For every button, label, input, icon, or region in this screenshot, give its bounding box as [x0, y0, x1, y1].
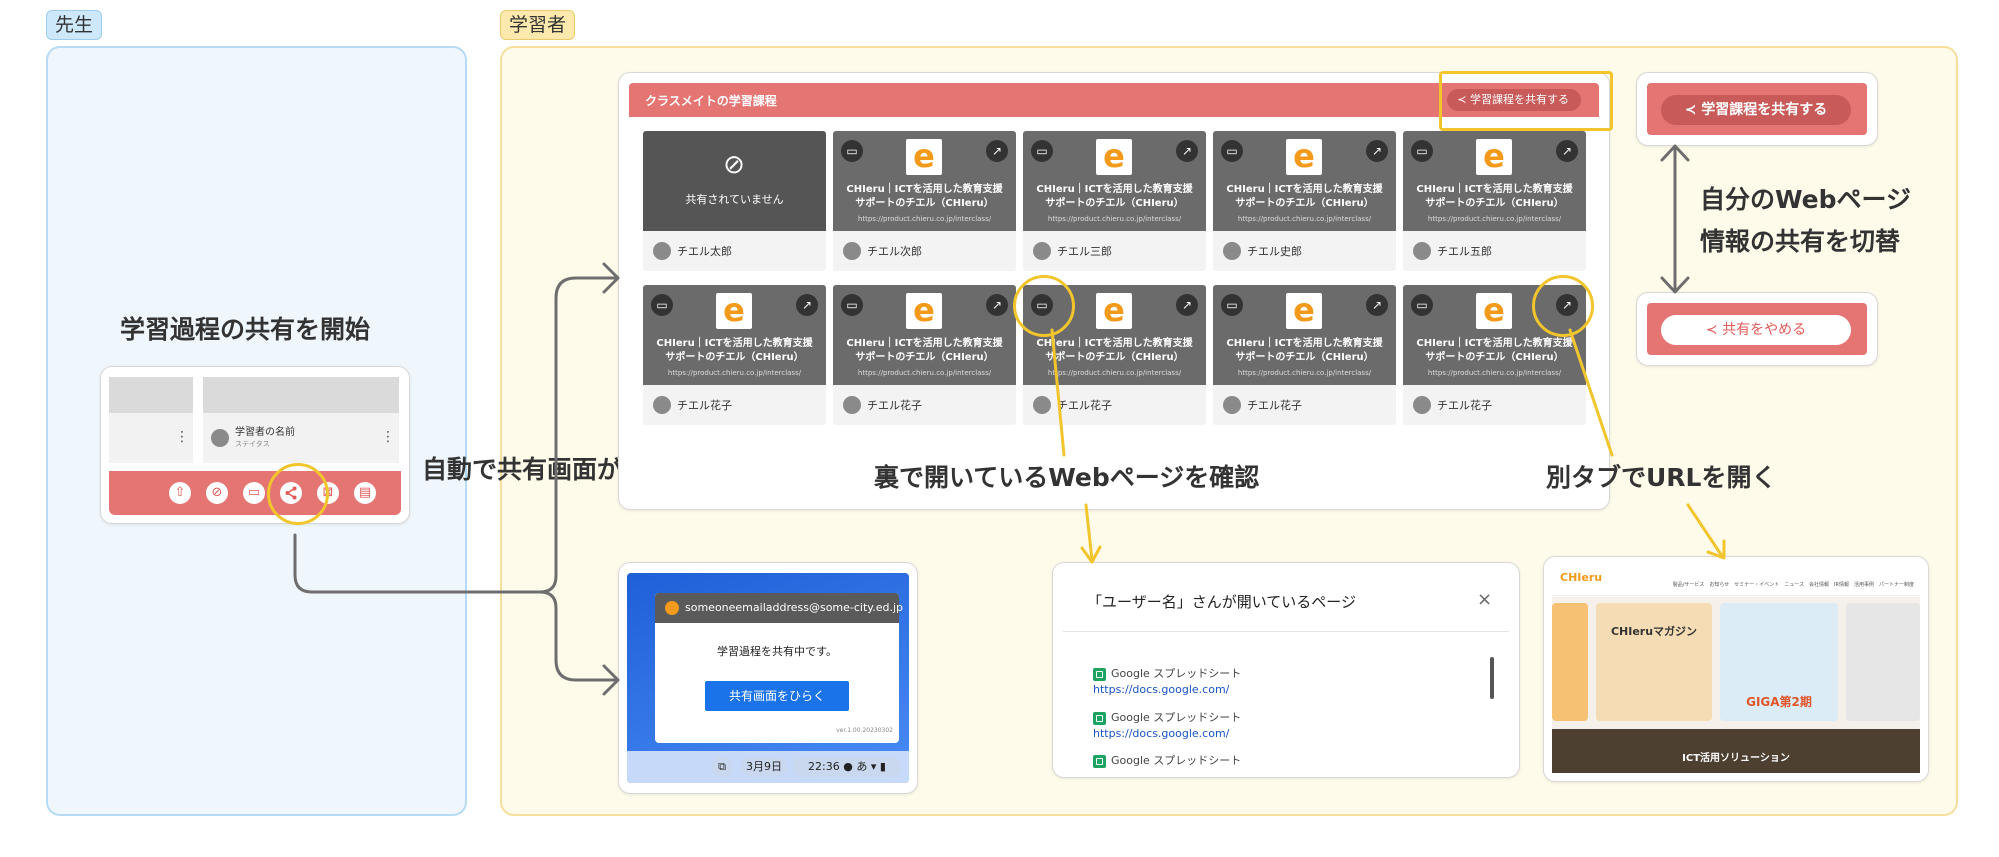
- flow-arrows: [293, 144, 1726, 696]
